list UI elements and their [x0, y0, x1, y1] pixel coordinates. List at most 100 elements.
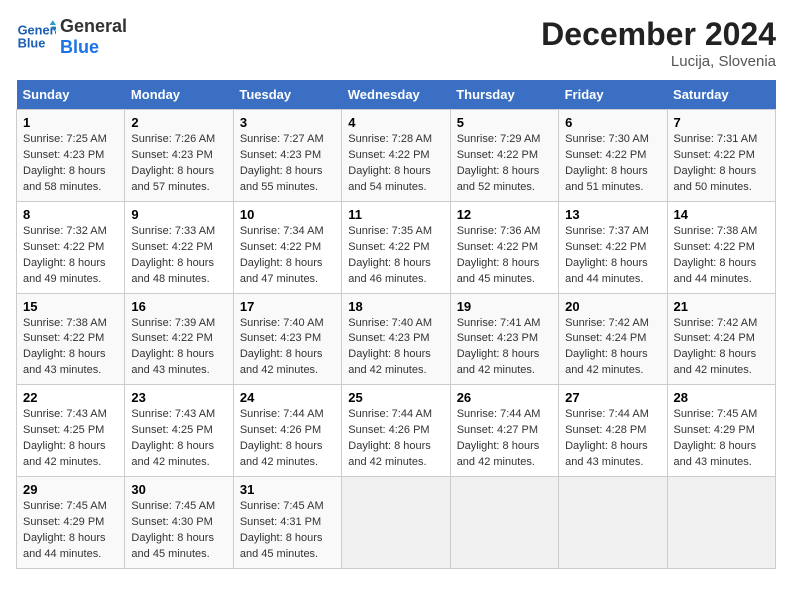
day-number: 30 — [131, 482, 226, 497]
day-info: Sunrise: 7:27 AM Sunset: 4:23 PM Dayligh… — [240, 132, 335, 196]
day-info: Sunrise: 7:45 AM Sunset: 4:29 PM Dayligh… — [23, 499, 118, 563]
day-number: 14 — [674, 207, 769, 222]
calendar-cell: 28 Sunrise: 7:45 AM Sunset: 4:29 PM Dayli… — [667, 385, 775, 477]
calendar-cell: 23Sunrise: 7:43 AM Sunset: 4:25 PM Dayli… — [125, 385, 233, 477]
calendar-week-1: 1 Sunrise: 7:25 AM Sunset: 4:23 PM Daylig… — [17, 110, 776, 202]
location: Lucija, Slovenia — [541, 53, 776, 70]
calendar-cell: 8 Sunrise: 7:32 AM Sunset: 4:22 PM Daylig… — [17, 201, 125, 293]
day-number: 20 — [565, 299, 660, 314]
calendar-cell: 11 Sunrise: 7:35 AM Sunset: 4:22 PM Dayli… — [342, 201, 450, 293]
day-info: Sunrise: 7:32 AM Sunset: 4:22 PM Dayligh… — [23, 224, 118, 288]
day-info: Sunrise: 7:45 AM Sunset: 4:31 PM Dayligh… — [240, 499, 335, 563]
calendar-cell: 5 Sunrise: 7:29 AM Sunset: 4:22 PM Daylig… — [450, 110, 558, 202]
day-info: Sunrise: 7:44 AM Sunset: 4:27 PM Dayligh… — [457, 407, 552, 471]
calendar-cell: 30Sunrise: 7:45 AM Sunset: 4:30 PM Dayli… — [125, 477, 233, 569]
day-number: 26 — [457, 390, 552, 405]
day-info: Sunrise: 7:43 AM Sunset: 4:25 PM Dayligh… — [23, 407, 118, 471]
day-number: 27 — [565, 390, 660, 405]
day-number: 19 — [457, 299, 552, 314]
svg-text:Blue: Blue — [18, 35, 46, 50]
day-number: 24 — [240, 390, 335, 405]
day-number: 17 — [240, 299, 335, 314]
day-info: Sunrise: 7:43 AM Sunset: 4:25 PM Dayligh… — [131, 407, 226, 471]
day-info: Sunrise: 7:41 AM Sunset: 4:23 PM Dayligh… — [457, 316, 552, 380]
logo: General Blue GeneralBlue — [16, 16, 127, 58]
day-info: Sunrise: 7:37 AM Sunset: 4:22 PM Dayligh… — [565, 224, 660, 288]
calendar-cell — [667, 477, 775, 569]
day-number: 3 — [240, 115, 335, 130]
calendar-cell: 12 Sunrise: 7:36 AM Sunset: 4:22 PM Dayli… — [450, 201, 558, 293]
weekday-header-wednesday: Wednesday — [342, 80, 450, 110]
weekday-header-thursday: Thursday — [450, 80, 558, 110]
day-info: Sunrise: 7:44 AM Sunset: 4:28 PM Dayligh… — [565, 407, 660, 471]
day-number: 2 — [131, 115, 226, 130]
weekday-header-friday: Friday — [559, 80, 667, 110]
day-info: Sunrise: 7:39 AM Sunset: 4:22 PM Dayligh… — [131, 316, 226, 380]
calendar-week-4: 22 Sunrise: 7:43 AM Sunset: 4:25 PM Dayli… — [17, 385, 776, 477]
calendar-cell: 20 Sunrise: 7:42 AM Sunset: 4:24 PM Dayli… — [559, 293, 667, 385]
day-number: 21 — [674, 299, 769, 314]
calendar-cell: 29Sunrise: 7:45 AM Sunset: 4:29 PM Dayli… — [17, 477, 125, 569]
day-number: 8 — [23, 207, 118, 222]
calendar-cell: 26 Sunrise: 7:44 AM Sunset: 4:27 PM Dayli… — [450, 385, 558, 477]
page-header: General Blue GeneralBlue December 2024 L… — [16, 16, 776, 70]
calendar-cell: 6Sunrise: 7:30 AM Sunset: 4:22 PM Daylig… — [559, 110, 667, 202]
day-number: 31 — [240, 482, 335, 497]
day-number: 25 — [348, 390, 443, 405]
month-title: December 2024 — [541, 16, 776, 53]
day-number: 7 — [674, 115, 769, 130]
day-info: Sunrise: 7:38 AM Sunset: 4:22 PM Dayligh… — [674, 224, 769, 288]
calendar-cell: 7 Sunrise: 7:31 AM Sunset: 4:22 PM Daylig… — [667, 110, 775, 202]
day-number: 4 — [348, 115, 443, 130]
day-number: 28 — [674, 390, 769, 405]
day-number: 16 — [131, 299, 226, 314]
day-info: Sunrise: 7:44 AM Sunset: 4:26 PM Dayligh… — [348, 407, 443, 471]
calendar-cell: 15 Sunrise: 7:38 AM Sunset: 4:22 PM Dayli… — [17, 293, 125, 385]
day-info: Sunrise: 7:42 AM Sunset: 4:24 PM Dayligh… — [565, 316, 660, 380]
day-info: Sunrise: 7:26 AM Sunset: 4:23 PM Dayligh… — [131, 132, 226, 196]
day-number: 1 — [23, 115, 118, 130]
weekday-header-saturday: Saturday — [667, 80, 775, 110]
calendar-cell: 19 Sunrise: 7:41 AM Sunset: 4:23 PM Dayli… — [450, 293, 558, 385]
weekday-header-row: SundayMondayTuesdayWednesdayThursdayFrid… — [17, 80, 776, 110]
day-number: 18 — [348, 299, 443, 314]
day-number: 5 — [457, 115, 552, 130]
calendar-cell: 4 Sunrise: 7:28 AM Sunset: 4:22 PM Daylig… — [342, 110, 450, 202]
day-info: Sunrise: 7:31 AM Sunset: 4:22 PM Dayligh… — [674, 132, 769, 196]
calendar-cell — [559, 477, 667, 569]
calendar-cell: 1 Sunrise: 7:25 AM Sunset: 4:23 PM Daylig… — [17, 110, 125, 202]
day-info: Sunrise: 7:45 AM Sunset: 4:29 PM Dayligh… — [674, 407, 769, 471]
day-info: Sunrise: 7:34 AM Sunset: 4:22 PM Dayligh… — [240, 224, 335, 288]
calendar-cell: 25 Sunrise: 7:44 AM Sunset: 4:26 PM Dayli… — [342, 385, 450, 477]
day-info: Sunrise: 7:29 AM Sunset: 4:22 PM Dayligh… — [457, 132, 552, 196]
calendar-cell — [450, 477, 558, 569]
logo-icon: General Blue — [16, 17, 56, 57]
day-info: Sunrise: 7:35 AM Sunset: 4:22 PM Dayligh… — [348, 224, 443, 288]
day-info: Sunrise: 7:38 AM Sunset: 4:22 PM Dayligh… — [23, 316, 118, 380]
calendar-table: SundayMondayTuesdayWednesdayThursdayFrid… — [16, 80, 776, 569]
day-number: 6 — [565, 115, 660, 130]
day-number: 11 — [348, 207, 443, 222]
calendar-cell: 18Sunrise: 7:40 AM Sunset: 4:23 PM Dayli… — [342, 293, 450, 385]
weekday-header-monday: Monday — [125, 80, 233, 110]
calendar-cell — [342, 477, 450, 569]
day-info: Sunrise: 7:33 AM Sunset: 4:22 PM Dayligh… — [131, 224, 226, 288]
day-number: 13 — [565, 207, 660, 222]
day-number: 15 — [23, 299, 118, 314]
calendar-cell: 17Sunrise: 7:40 AM Sunset: 4:23 PM Dayli… — [233, 293, 341, 385]
calendar-cell: 22 Sunrise: 7:43 AM Sunset: 4:25 PM Dayli… — [17, 385, 125, 477]
weekday-header-tuesday: Tuesday — [233, 80, 341, 110]
calendar-week-2: 8 Sunrise: 7:32 AM Sunset: 4:22 PM Daylig… — [17, 201, 776, 293]
calendar-week-3: 15 Sunrise: 7:38 AM Sunset: 4:22 PM Dayli… — [17, 293, 776, 385]
day-number: 12 — [457, 207, 552, 222]
day-number: 9 — [131, 207, 226, 222]
day-number: 22 — [23, 390, 118, 405]
calendar-cell: 9 Sunrise: 7:33 AM Sunset: 4:22 PM Daylig… — [125, 201, 233, 293]
calendar-cell: 2 Sunrise: 7:26 AM Sunset: 4:23 PM Daylig… — [125, 110, 233, 202]
calendar-cell: 31 Sunrise: 7:45 AM Sunset: 4:31 PM Dayli… — [233, 477, 341, 569]
day-info: Sunrise: 7:36 AM Sunset: 4:22 PM Dayligh… — [457, 224, 552, 288]
day-info: Sunrise: 7:28 AM Sunset: 4:22 PM Dayligh… — [348, 132, 443, 196]
calendar-week-5: 29Sunrise: 7:45 AM Sunset: 4:29 PM Dayli… — [17, 477, 776, 569]
weekday-header-sunday: Sunday — [17, 80, 125, 110]
day-info: Sunrise: 7:25 AM Sunset: 4:23 PM Dayligh… — [23, 132, 118, 196]
